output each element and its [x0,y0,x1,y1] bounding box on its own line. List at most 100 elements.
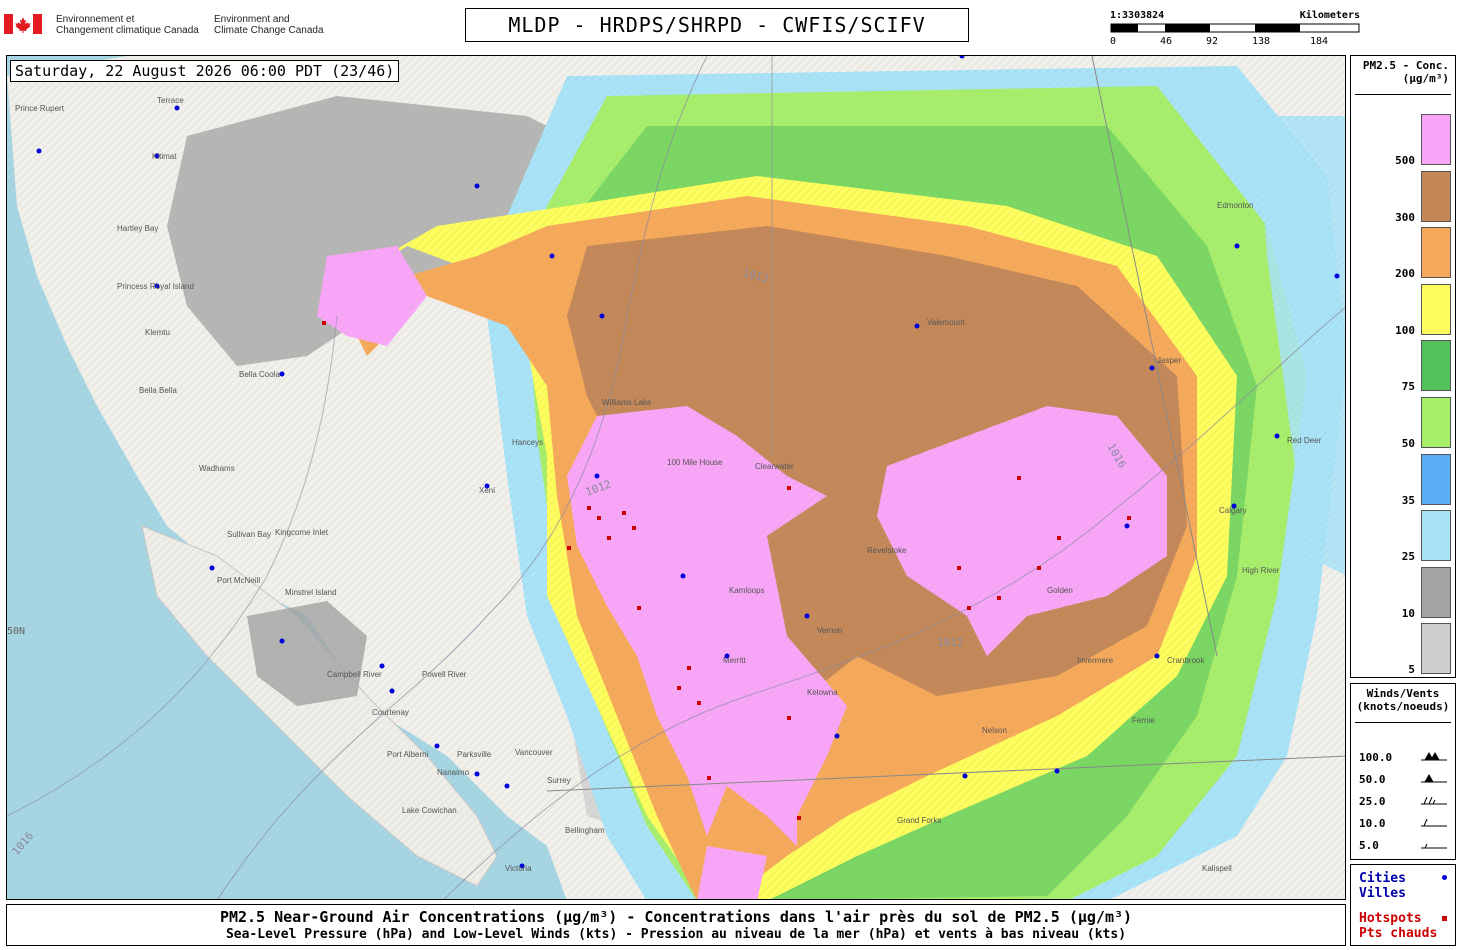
legend-swatch-label: 100 [1395,323,1415,337]
place-label: Surrey [547,776,571,785]
place-label: Victoria [505,864,532,873]
place-label: Cranbrook [1167,656,1205,665]
place-label: Kamloops [729,586,765,595]
place-label: Bella Coola [239,370,280,379]
place-label: Lake Cowichan [402,806,457,815]
place-label: Courtenay [372,708,409,717]
model-title: MLDP - HRDPS/SHRPD - CWFIS/SCIFV [465,8,969,42]
place-label: Grand Forks [897,816,942,825]
place-label: Sullivan Bay [227,530,272,539]
hotspots-label-en: Hotspots [1359,911,1422,926]
place-label: Klemtu [145,328,170,337]
legend-swatch [1421,453,1451,505]
wind-speed-label: 50.0 [1359,773,1386,786]
place-label: High River [1242,566,1280,575]
place-label: Wadhams [199,464,235,473]
place-label: Nelson [982,726,1007,735]
forecast-timestamp: Saturday, 22 August 2026 06:00 PDT (23/4… [10,60,400,82]
wind-speed-label: 10.0 [1359,817,1386,830]
map-caption: PM2.5 Near-Ground Air Concentrations (µg… [6,904,1346,946]
scale-tick: 184 [1310,36,1329,47]
legend-swatch-label: 300 [1395,210,1415,224]
place-label: Nanaimo [437,768,470,777]
hotspot-square-icon [1442,916,1447,921]
legend-swatch-label: 5 [1408,663,1415,677]
pm25-map[interactable]: 50N 1012 1016 1016 1012 1012 Prince Rupe… [6,55,1346,900]
legend-divider [1355,722,1451,723]
map-key: Cities Villes Hotspots Pts chauds [1350,864,1456,946]
hotspots-label-fr: Pts chauds [1359,926,1438,941]
place-label: Calgary [1219,506,1247,515]
place-label: Merritt [723,656,746,665]
place-label: Powell River [422,670,467,679]
legend-swatch [1421,170,1451,222]
place-label: Port McNeill [217,576,261,585]
caption-line-1: PM2.5 Near-Ground Air Concentrations (µg… [219,908,1133,926]
wind-legend: Winds/Vents (knots/noeuds) 100.0 50.0 25… [1350,683,1456,860]
cities-key-label: Cities Villes [1359,871,1406,901]
wind-speed-label: 25.0 [1359,795,1386,808]
place-label: Campbell River [327,670,382,679]
place-label: Bella Bella [139,386,177,395]
city-dot-icon [1442,875,1447,880]
legend-swatch-label: 25 [1401,550,1415,564]
legend-swatch [1421,510,1451,562]
place-label: Kitimat [152,152,177,161]
legend-swatch-label: 50 [1401,437,1415,450]
legend-swatch-label: 200 [1395,267,1415,281]
place-label: Xeni [479,486,496,495]
wind-legend-title: Winds/Vents (knots/noeuds) [1356,687,1450,713]
place-label: Kalispell [1202,864,1232,873]
place-label: 100 Mile House [667,458,723,467]
scale-tick: 0 [1110,36,1117,47]
scale-bar-graphic [1110,23,1360,33]
place-label: Kelowna [807,688,838,697]
legend-swatch [1421,340,1451,392]
scale-ratio: 1:3303824 [1110,10,1165,21]
legend-swatch-label: 75 [1401,380,1415,394]
legend-swatch [1421,397,1451,448]
legend-swatch-label: 500 [1395,154,1415,167]
legend-swatch [1421,283,1451,335]
place-label: Fernie [1132,716,1155,725]
place-label: Clearwater [755,462,794,471]
place-label: Jasper [1157,356,1182,365]
legend-swatch [1421,566,1451,618]
legend-swatch [1421,227,1451,279]
legend-swatch-label: 10 [1401,606,1415,620]
place-label: Princess Royal Island [117,282,194,291]
place-label: Williams Lake [602,398,652,407]
agency-logo: Environnement et Changement climatique C… [4,10,344,44]
hotspots-key-label: Hotspots Pts chauds [1359,911,1437,941]
concentration-legend: PM2.5 - Conc. (µg/m³) 500 300 200 100 75 50 35… [1350,55,1456,678]
place-label: Red Deer [1287,436,1322,445]
scale-tick: 138 [1252,36,1271,47]
place-label: Hartley Bay [117,224,159,233]
place-label: Revelstoke [867,546,907,555]
place-label: Golden [1047,586,1073,595]
scale-tick: 46 [1160,36,1173,47]
place-label: Bellingham [565,826,605,835]
place-label: Parksville [457,750,492,759]
scale-unit: Kilometers [1299,10,1360,21]
agency-name-french: Environnement et Changement climatique C… [56,14,199,36]
wind-speed-label: 100.0 [1359,751,1393,764]
legend-swatch [1421,623,1451,675]
place-label: Terrace [157,96,184,105]
wind-barb-icons [1421,751,1447,849]
place-label: Vancouver [515,748,553,757]
isobar-label: 1012 [937,636,964,649]
place-label: Hanceys [512,438,544,447]
place-label: Edmonton [1217,201,1254,210]
caption-line-2: Sea-Level Pressure (hPa) and Low-Level W… [225,927,1127,942]
place-label: Kingcome Inlet [275,528,328,537]
scale-bar: 1:3303824 Kilometers 0 46 92 138 184 [1110,10,1360,52]
agency-name-english: Environment and Climate Change Canada [214,14,324,36]
canada-flag-icon [4,14,42,34]
place-label: Prince Rupert [15,104,64,113]
wind-texture [7,56,1345,899]
legend-swatch [1421,114,1451,165]
scale-tick: 92 [1206,36,1219,47]
place-label: Invermere [1077,656,1114,665]
wind-speed-label: 5.0 [1359,839,1379,852]
